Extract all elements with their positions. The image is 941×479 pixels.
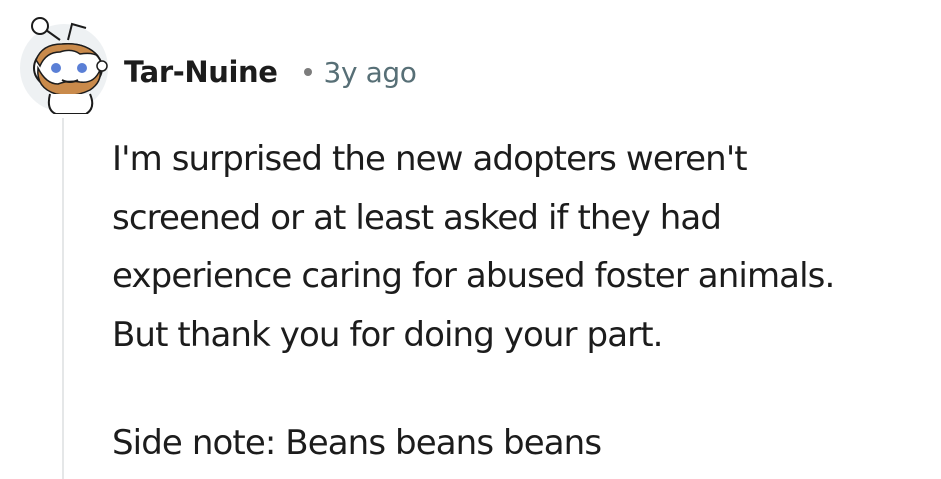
comment-paragraph: I'm surprised the new adopters weren't s… — [112, 130, 941, 364]
thread-line[interactable] — [62, 118, 64, 479]
comment-paragraph: Side note: Beans beans beans — [112, 414, 941, 473]
avatar-icon[interactable] — [16, 10, 112, 115]
comment: Tar-Nuine 3y ago I'm surprised the new a… — [0, 0, 941, 479]
comment-line: experience caring for abused foster anim… — [112, 256, 835, 296]
comment-line: But thank you for doing your part. — [112, 314, 663, 355]
timestamp[interactable]: 3y ago — [324, 56, 417, 89]
comment-header: Tar-Nuine 3y ago — [124, 50, 417, 94]
separator-dot — [303, 68, 312, 76]
comment-body: I'm surprised the new adopters weren't s… — [112, 130, 941, 473]
username-link[interactable]: Tar-Nuine — [124, 55, 278, 89]
comment-line: I'm surprised the new adopters weren't — [112, 139, 748, 179]
comment-line: Side note: Beans beans beans — [112, 423, 602, 463]
comment-line: screened or at least asked if they had — [112, 197, 722, 238]
